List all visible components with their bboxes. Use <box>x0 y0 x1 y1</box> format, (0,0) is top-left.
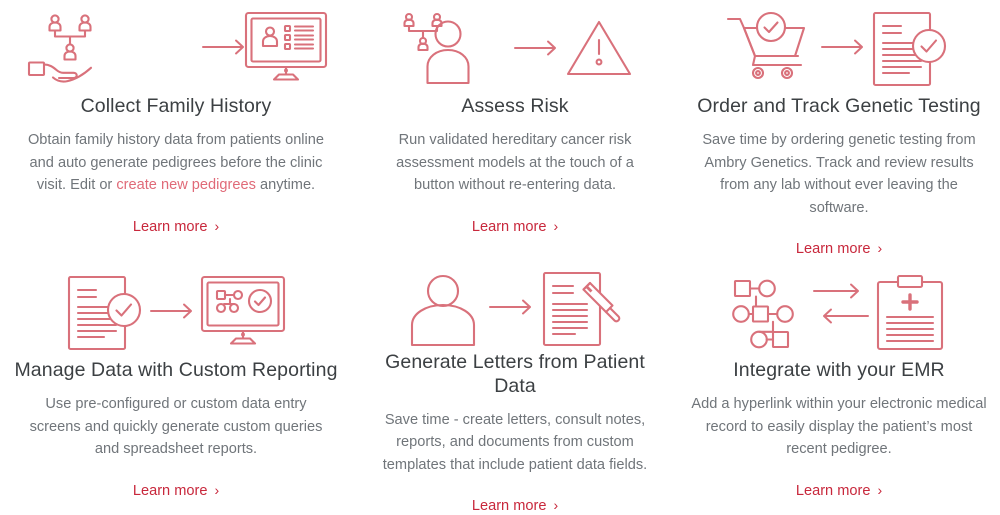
card-description: Save time by ordering genetic testing fr… <box>702 132 976 216</box>
card-title: Assess Risk <box>461 95 569 117</box>
feature-card-generate-letters: Generate Letters from Patient Data Save … <box>352 266 678 515</box>
card-title: Manage Data with Custom Reporting <box>14 359 338 381</box>
feature-card-assess-risk: Assess Risk Run validated hereditary can… <box>352 0 678 266</box>
learn-more-link[interactable]: Learn more › <box>472 217 558 236</box>
person-pedigree-to-risk-warning-icon <box>395 4 635 94</box>
learn-more-label: Learn more <box>795 482 871 499</box>
card-title: Generate Letters from Patient Data <box>385 350 645 397</box>
card-description: Use pre-configured or custom data entry … <box>29 396 323 457</box>
chevron-right-icon: › <box>553 497 559 513</box>
learn-more-label: Learn more <box>795 241 871 257</box>
chevron-right-icon: › <box>553 217 559 234</box>
card-description: Save time - create letters, consult note… <box>382 411 648 473</box>
learn-more-label: Learn more <box>471 218 547 235</box>
learn-more-label: Learn more <box>132 218 208 235</box>
card-title: Collect Family History <box>80 95 272 117</box>
feature-card-collect-family-history: Collect Family History Obtain family his… <box>0 0 352 266</box>
learn-more-link[interactable]: Learn more › <box>796 481 882 500</box>
learn-more-label: Learn more <box>471 498 547 514</box>
desc-text-after: anytime. <box>255 177 316 193</box>
person-to-document-pencil-icon <box>402 268 628 350</box>
card-description: Run validated hereditary cancer risk ass… <box>396 132 634 193</box>
chevron-right-icon: › <box>214 481 220 498</box>
learn-more-link[interactable]: Learn more › <box>133 481 219 500</box>
learn-more-link[interactable]: Learn more › <box>796 239 882 258</box>
card-description: Obtain family history data from patients… <box>21 129 331 197</box>
card-description: Add a hyperlink within your electronic m… <box>691 396 987 457</box>
chevron-right-icon: › <box>214 217 220 234</box>
card-title: Integrate with your EMR <box>733 359 945 381</box>
learn-more-link[interactable]: Learn more › <box>133 217 219 236</box>
chevron-right-icon: › <box>877 240 883 256</box>
feature-card-order-track-genetic-testing: Order and Track Genetic Testing Save tim… <box>678 0 1000 266</box>
chevron-right-icon: › <box>877 481 883 498</box>
card-title: Order and Track Genetic Testing <box>697 95 981 117</box>
learn-more-label: Learn more <box>132 482 208 499</box>
hand-holding-pedigree-to-monitor-icon <box>23 4 329 94</box>
feature-card-manage-data-custom-reporting: Manage Data with Custom Reporting Use pr… <box>0 266 352 515</box>
create-new-pedigrees-link[interactable]: create new pedigrees <box>116 177 256 193</box>
document-check-to-monitor-report-icon <box>65 268 287 358</box>
feature-card-integrate-emr: Integrate with your EMR Add a hyperlink … <box>678 266 1000 515</box>
learn-more-link[interactable]: Learn more › <box>472 496 558 515</box>
shopping-cart-check-to-document-check-icon <box>724 4 954 94</box>
feature-grid: Collect Family History Obtain family his… <box>0 0 1000 515</box>
pedigree-exchange-medical-clipboard-icon <box>728 268 950 358</box>
